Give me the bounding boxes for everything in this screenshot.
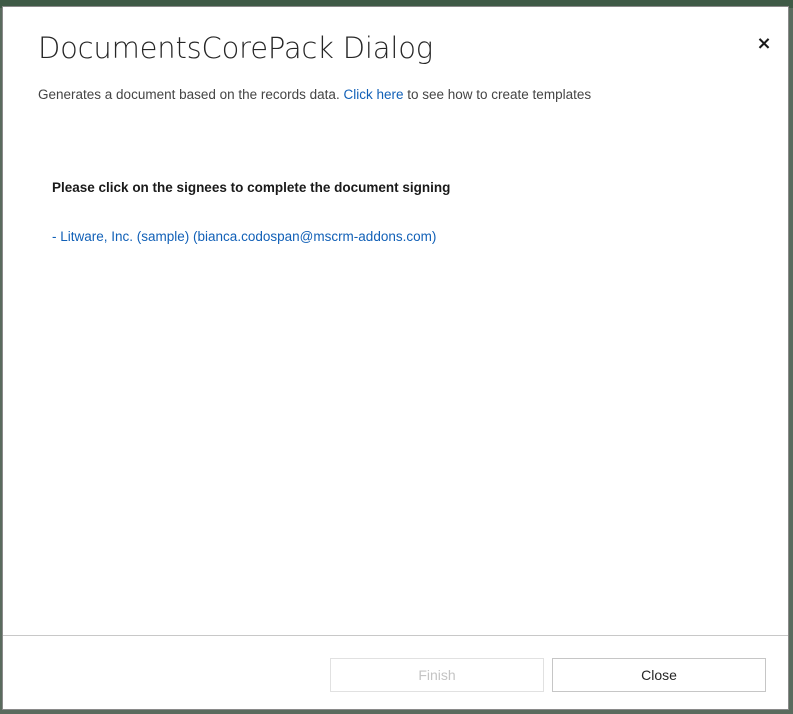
signee-link[interactable]: - Litware, Inc. (sample) (bianca.codospa… (52, 229, 436, 244)
finish-button[interactable]: Finish (330, 658, 544, 692)
footer-divider (3, 635, 788, 636)
subtitle-suffix-text: to see how to create templates (403, 87, 592, 102)
documentscorepack-dialog: DocumentsCorePack Dialog × Generates a d… (2, 6, 789, 710)
close-icon[interactable]: × (754, 34, 774, 54)
click-here-link[interactable]: Click here (343, 87, 403, 102)
dialog-title: DocumentsCorePack Dialog (38, 31, 433, 65)
subtitle-prefix-text: Generates a document based on the record… (38, 87, 344, 102)
signing-instruction: Please click on the signees to complete … (52, 180, 451, 195)
dialog-subtitle: Generates a document based on the record… (38, 87, 591, 102)
close-button[interactable]: Close (552, 658, 766, 692)
